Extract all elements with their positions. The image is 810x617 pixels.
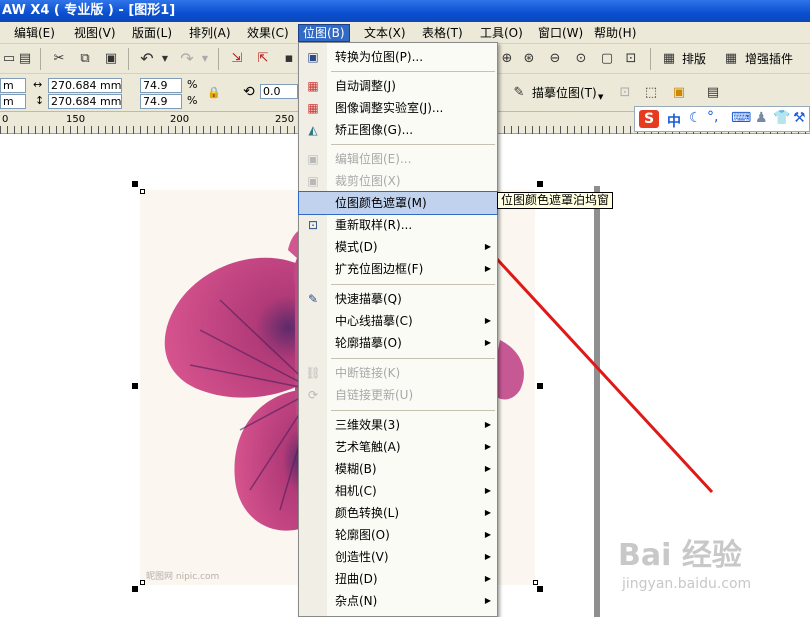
menu-item-distort[interactable]: 扭曲(D) ▶ xyxy=(299,568,497,590)
menu-separator xyxy=(331,144,495,145)
menu-item-camera[interactable]: 相机(C) ▶ xyxy=(299,480,497,502)
crop-bitmap-icon: ▣ xyxy=(307,174,319,188)
convert-bitmap-icon: ▣ xyxy=(307,50,319,64)
edit-bitmap-icon: ▣ xyxy=(307,152,319,166)
menu-item-creative[interactable]: 创造性(V) ▶ xyxy=(299,546,497,568)
straighten-icon: ◭ xyxy=(308,123,318,137)
update-link-icon: ⟳ xyxy=(307,388,319,402)
resample-icon: ⊡ xyxy=(307,218,319,232)
submenu-arrow-icon: ▶ xyxy=(484,420,491,429)
quick-trace-icon: ✎ xyxy=(307,292,319,306)
menu-item-inflate-bitmap[interactable]: 扩充位图边框(F) ▶ xyxy=(299,258,497,280)
submenu-arrow-icon: ▶ xyxy=(484,574,491,583)
menu-item-break-link[interactable]: ⛓ 中断链接(K) xyxy=(299,362,497,384)
menu-separator xyxy=(331,71,495,72)
menu-item-quick-trace[interactable]: ✎ 快速描摹(Q) xyxy=(299,288,497,310)
menu-separator xyxy=(331,358,495,359)
menu-item-color-transform[interactable]: 颜色转换(L) ▶ xyxy=(299,502,497,524)
submenu-arrow-icon: ▶ xyxy=(484,442,491,451)
menu-item-contour[interactable]: 轮廓图(O) ▶ xyxy=(299,524,497,546)
menu-item-crop-bitmap[interactable]: ▣ 裁剪位图(X) xyxy=(299,170,497,192)
bitmaps-dropdown-menu: ▣ 转换为位图(P)... ▦ 自动调整(J) ▦ 图像调整实验室(J)... … xyxy=(298,42,498,617)
menu-item-blur[interactable]: 模糊(B) ▶ xyxy=(299,458,497,480)
menu-item-update-link[interactable]: ⟳ 自链接更新(U) xyxy=(299,384,497,406)
submenu-arrow-icon: ▶ xyxy=(484,552,491,561)
menu-item-noise[interactable]: 杂点(N) ▶ xyxy=(299,590,497,612)
menu-separator xyxy=(331,410,495,411)
menu-item-art-strokes[interactable]: 艺术笔触(A) ▶ xyxy=(299,436,497,458)
menu-item-edit-bitmap[interactable]: ▣ 编辑位图(E)... xyxy=(299,148,497,170)
submenu-arrow-icon: ▶ xyxy=(484,530,491,539)
submenu-arrow-icon: ▶ xyxy=(484,486,491,495)
submenu-arrow-icon: ▶ xyxy=(484,242,491,251)
break-link-icon: ⛓ xyxy=(305,366,321,380)
submenu-arrow-icon: ▶ xyxy=(484,338,491,347)
menu-item-image-adjustment-lab[interactable]: ▦ 图像调整实验室(J)... xyxy=(299,97,497,119)
menu-separator xyxy=(331,284,495,285)
menu-tooltip: 位图颜色遮罩泊坞窗 xyxy=(497,192,614,209)
menu-item-3d-effects[interactable]: 三维效果(3) ▶ xyxy=(299,414,497,436)
submenu-arrow-icon: ▶ xyxy=(484,596,491,605)
menu-item-outline-trace[interactable]: 轮廓描摹(O) ▶ xyxy=(299,332,497,354)
auto-adjust-icon: ▦ xyxy=(307,79,319,93)
menu-item-straighten-image[interactable]: ◭ 矫正图像(G)... xyxy=(299,119,497,141)
submenu-arrow-icon: ▶ xyxy=(484,508,491,517)
menu-item-centerline-trace[interactable]: 中心线描摹(C) ▶ xyxy=(299,310,497,332)
image-lab-icon: ▦ xyxy=(307,101,319,115)
menu-item-resample[interactable]: ⊡ 重新取样(R)... xyxy=(299,214,497,236)
submenu-arrow-icon: ▶ xyxy=(484,464,491,473)
menu-item-mode[interactable]: 模式(D) ▶ xyxy=(299,236,497,258)
submenu-arrow-icon: ▶ xyxy=(484,264,491,273)
menu-item-convert-to-bitmap[interactable]: ▣ 转换为位图(P)... xyxy=(299,46,497,68)
menu-item-auto-adjust[interactable]: ▦ 自动调整(J) xyxy=(299,75,497,97)
submenu-arrow-icon: ▶ xyxy=(484,316,491,325)
menu-item-bitmap-color-mask[interactable]: 位图颜色遮罩(M) xyxy=(298,191,498,215)
